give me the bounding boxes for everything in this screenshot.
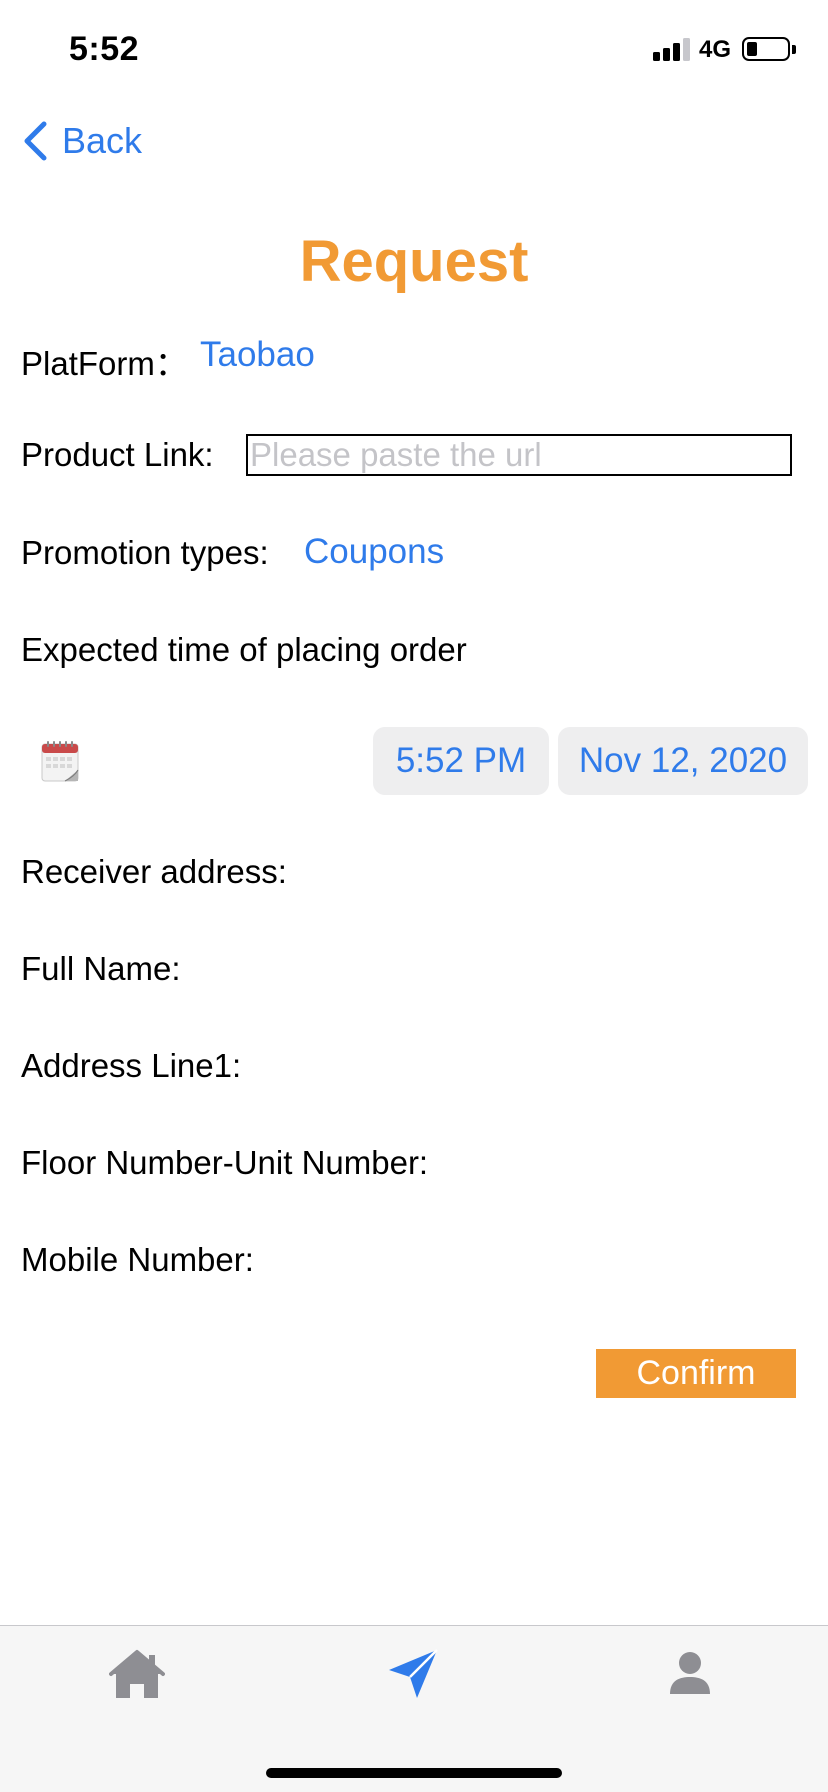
back-button[interactable]: Back (22, 120, 142, 162)
product-link-label: Product Link: (21, 436, 214, 473)
date-picker[interactable]: Nov 12, 2020 (558, 727, 808, 795)
page-title: Request (299, 229, 529, 294)
tab-home[interactable] (107, 1646, 167, 1702)
send-icon (389, 1649, 438, 1698)
promotion-label: Promotion types: (21, 534, 269, 571)
confirm-button[interactable]: Confirm (596, 1349, 796, 1398)
battery-icon (742, 37, 790, 61)
floor-unit-label: Floor Number-Unit Number: (21, 1144, 429, 1181)
chevron-left-icon (24, 121, 47, 161)
back-label: Back (62, 120, 143, 161)
mobile-number-label: Mobile Number: (21, 1241, 254, 1278)
network-type: 4G (699, 36, 732, 63)
time-picker[interactable]: 5:52 PM (373, 727, 549, 795)
signal-icon (653, 37, 691, 61)
tab-send[interactable] (383, 1646, 443, 1702)
status-bar: 5:52 4G (0, 0, 828, 96)
status-time: 5:52 (69, 30, 140, 68)
platform-label: PlatForm： (21, 345, 188, 382)
address-line1-label: Address Line1: (21, 1047, 242, 1084)
promotion-value[interactable]: Coupons (304, 532, 444, 572)
home-icon (109, 1650, 165, 1698)
receiver-address-label: Receiver address: (21, 853, 287, 890)
home-indicator (266, 1768, 562, 1778)
person-icon (670, 1652, 710, 1694)
tab-profile[interactable] (660, 1646, 720, 1702)
tab-bar (0, 1625, 828, 1792)
expected-time-label: Expected time of placing order (21, 631, 467, 668)
battery-tip (792, 45, 796, 54)
full-name-label: Full Name: (21, 950, 181, 987)
product-link-input[interactable] (246, 434, 792, 476)
platform-value[interactable]: Taobao (200, 335, 315, 375)
calendar-icon[interactable] (41, 740, 79, 782)
